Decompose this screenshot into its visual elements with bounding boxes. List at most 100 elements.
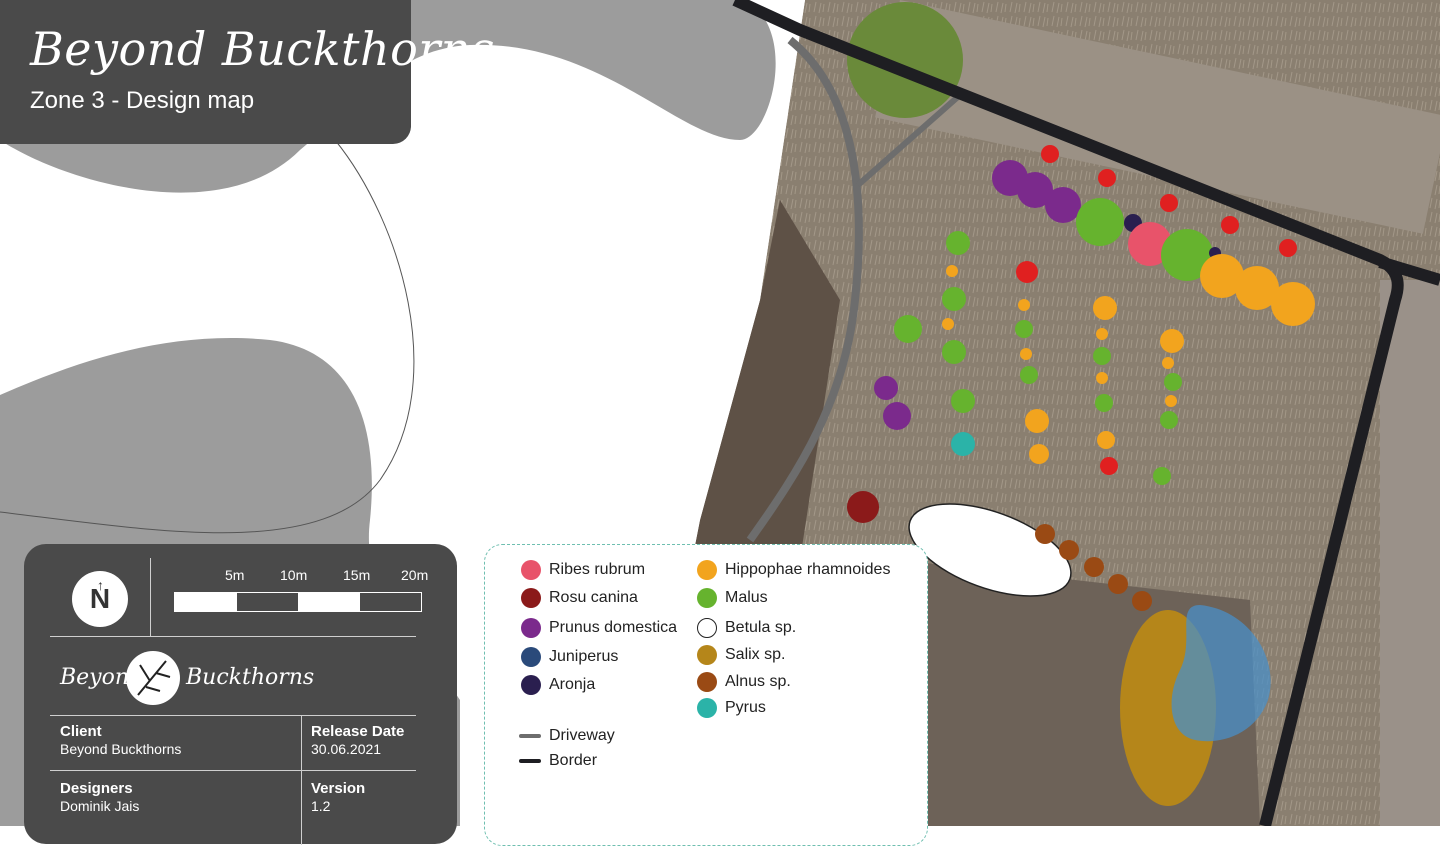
legend-swatch	[519, 759, 541, 763]
release-date-label: Release Date	[311, 723, 405, 740]
legend-swatch	[521, 618, 541, 638]
legend-swatch	[521, 560, 541, 580]
logo: Beyond Buckthorns	[60, 647, 380, 709]
legend-item: Driveway	[519, 727, 615, 745]
scale-label: 5m	[225, 567, 245, 583]
legend-swatch	[521, 647, 541, 667]
hippophae-marker	[1097, 431, 1115, 449]
legend-item: Prunus domestica	[521, 618, 677, 638]
malus-marker	[1164, 373, 1182, 391]
scale-label: 20m	[401, 567, 429, 583]
malus-marker	[946, 231, 970, 255]
version-value: 1.2	[311, 798, 331, 814]
prunus-marker	[1045, 187, 1081, 223]
branch-icon	[126, 651, 180, 705]
legend-swatch	[521, 588, 541, 608]
malus-marker	[1015, 320, 1033, 338]
legend: Ribes rubrum Rosu canina Prunus domestic…	[484, 544, 928, 846]
legend-item: Salix sp.	[697, 645, 785, 665]
hippophae-marker	[1029, 444, 1049, 464]
info-panel: ↑ N 5m 10m 15m 20m Beyond Buckthorns Cli…	[24, 544, 457, 845]
legend-label: Pyrus	[725, 699, 766, 716]
legend-label: Ribes rubrum	[549, 561, 646, 578]
client-value: Beyond Buckthorns	[60, 741, 182, 757]
legend-label: Betula sp.	[725, 619, 797, 636]
alnus-marker	[1059, 540, 1079, 560]
scale-label: 15m	[343, 567, 371, 583]
arrow-up-icon: ↑	[97, 577, 104, 593]
hippophae-marker	[1096, 372, 1108, 384]
prunus-marker	[874, 376, 898, 400]
page-title: Beyond Buckthorns	[30, 22, 495, 76]
legend-item: Juniperus	[521, 647, 618, 667]
legend-item: Pyrus	[697, 698, 766, 718]
version-label: Version	[311, 780, 366, 797]
legend-label: Hippophae rhamnoides	[725, 561, 891, 578]
title-panel: Beyond Buckthorns Zone 3 - Design map	[0, 0, 495, 144]
divider	[50, 636, 416, 637]
legend-swatch	[697, 672, 717, 692]
legend-label: Prunus domestica	[549, 619, 678, 636]
hippophae-marker	[1160, 329, 1184, 353]
legend-item: Aronja	[521, 675, 595, 695]
hippophae-marker	[1025, 409, 1049, 433]
pyrus-marker	[951, 432, 975, 456]
hippophae-marker	[1165, 395, 1177, 407]
alnus-marker	[1108, 574, 1128, 594]
hippophae-marker	[1018, 299, 1030, 311]
legend-label: Driveway	[549, 727, 615, 744]
legend-label: Rosu canina	[549, 589, 638, 606]
malus-marker	[894, 315, 922, 343]
malus-marker	[1160, 411, 1178, 429]
designers-value: Dominik Jais	[60, 798, 140, 814]
prunus-marker	[883, 402, 911, 430]
red-dot	[1100, 457, 1118, 475]
divider	[50, 770, 416, 771]
red-dot	[1221, 216, 1239, 234]
page-subtitle: Zone 3 - Design map	[30, 87, 255, 114]
legend-item: Hippophae rhamnoides	[697, 560, 890, 580]
legend-swatch	[521, 675, 541, 695]
north-arrow-icon: ↑ N	[72, 571, 128, 627]
alnus-marker	[1035, 524, 1055, 544]
divider	[150, 558, 151, 636]
hippophae-marker	[1162, 357, 1174, 369]
legend-swatch	[697, 588, 717, 608]
red-dot	[1279, 239, 1297, 257]
hippophae-marker	[1020, 348, 1032, 360]
legend-label: Border	[549, 752, 598, 769]
legend-label: Alnus sp.	[725, 673, 791, 690]
legend-swatch	[519, 734, 541, 738]
release-date-value: 30.06.2021	[311, 741, 382, 757]
alnus-marker	[1084, 557, 1104, 577]
red-dot	[1098, 169, 1116, 187]
hippophae-marker	[946, 265, 958, 277]
designers-label: Designers	[60, 780, 133, 797]
legend-item: Border	[519, 752, 597, 770]
malus-marker	[942, 287, 966, 311]
rosa-marker	[847, 491, 879, 523]
scale-bar	[174, 592, 422, 612]
hippophae-marker	[942, 318, 954, 330]
client-label: Client	[60, 723, 102, 740]
malus-marker	[1020, 366, 1038, 384]
divider	[50, 715, 416, 716]
legend-label: Malus	[725, 589, 768, 606]
legend-label: Salix sp.	[725, 646, 786, 663]
legend-item: Malus	[697, 588, 768, 608]
legend-swatch	[697, 698, 717, 718]
red-dot	[1160, 194, 1178, 212]
legend-label: Aronja	[549, 676, 596, 693]
red-dot	[1016, 261, 1038, 283]
legend-item: Rosu canina	[521, 588, 638, 608]
malus-marker	[1153, 467, 1171, 485]
malus-marker	[951, 389, 975, 413]
legend-item: Betula sp.	[697, 618, 796, 638]
scale-label: 10m	[280, 567, 308, 583]
alnus-marker	[1132, 591, 1152, 611]
logo-text-right: Buckthorns	[186, 665, 315, 690]
hippophae-marker	[1271, 282, 1315, 326]
legend-item: Alnus sp.	[697, 672, 791, 692]
right-path	[1380, 280, 1440, 826]
hippophae-marker	[1093, 296, 1117, 320]
